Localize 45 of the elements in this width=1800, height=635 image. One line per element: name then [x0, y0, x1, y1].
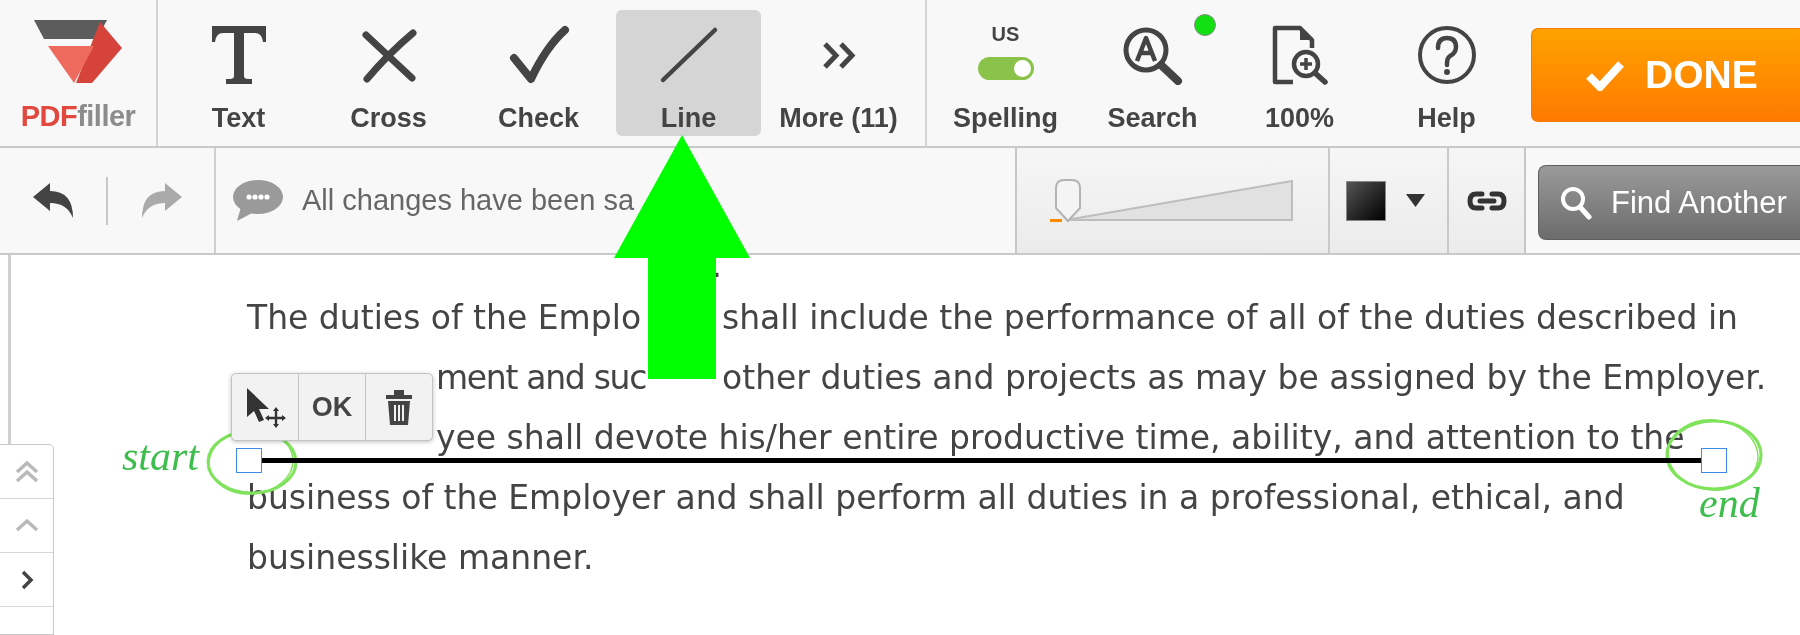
color-swatch-icon	[1346, 180, 1386, 221]
line-handle[interactable]	[1701, 448, 1727, 473]
redo-arrow-icon	[140, 183, 182, 218]
double-chevron-right-icon	[821, 40, 856, 70]
ok-button[interactable]: OK	[299, 374, 366, 440]
document-text: business of the Employer and shall perform all duties in a professional, ethical, and	[247, 479, 1625, 517]
cross-tool-button[interactable]: Cross	[316, 10, 461, 136]
checkmark-icon	[1585, 59, 1625, 91]
checkmark-icon	[507, 25, 570, 85]
search-icon	[1122, 25, 1183, 85]
spelling-button[interactable]: US Spelling	[933, 10, 1078, 136]
text-tool-button[interactable]: Text	[166, 10, 311, 136]
search-icon	[1560, 185, 1592, 220]
document-text: ment and suc	[436, 359, 647, 397]
logo-mark-icon	[34, 20, 122, 83]
document-text: The duties of the Emplo	[247, 299, 642, 337]
language-label: US	[991, 24, 1020, 44]
search-button[interactable]: Search	[1080, 10, 1225, 136]
document-text: businesslike manner.	[247, 539, 594, 577]
trash-icon	[385, 389, 413, 425]
more-tools-button[interactable]: More (11)	[766, 10, 911, 136]
check-tool-button[interactable]: Check	[466, 10, 611, 136]
letter-t-icon	[210, 25, 267, 85]
annotation-label: end	[1699, 482, 1760, 524]
annotation-label: start	[122, 435, 200, 477]
help-button[interactable]: Help	[1374, 10, 1519, 136]
logo-wordmark: PDFfiller	[20, 101, 136, 131]
line-handle[interactable]	[236, 448, 262, 473]
zoom-button[interactable]: 100%	[1227, 10, 1372, 136]
help-icon	[1416, 25, 1477, 85]
link-icon	[1466, 189, 1507, 212]
speech-bubble-icon	[232, 179, 283, 222]
diagonal-line-icon	[658, 26, 719, 84]
document-text: shall include the performance of all of the duties described in	[722, 299, 1739, 337]
chevron-right-icon	[19, 568, 34, 591]
undo-arrow-icon	[32, 183, 74, 218]
document-text: other duties and projects as may be assigned by the Employer.	[722, 359, 1767, 397]
line-tool-button[interactable]: Line	[616, 10, 761, 136]
cursor-move-icon	[244, 386, 286, 428]
caret-icon	[1406, 194, 1425, 207]
document-zoom-icon	[1271, 25, 1328, 85]
status-message: All changes have been sa	[302, 184, 635, 217]
spelling-toggle[interactable]	[977, 57, 1034, 80]
thickness-slider[interactable]	[1050, 178, 1294, 223]
find-another-button[interactable]: Find Another	[1538, 165, 1800, 240]
